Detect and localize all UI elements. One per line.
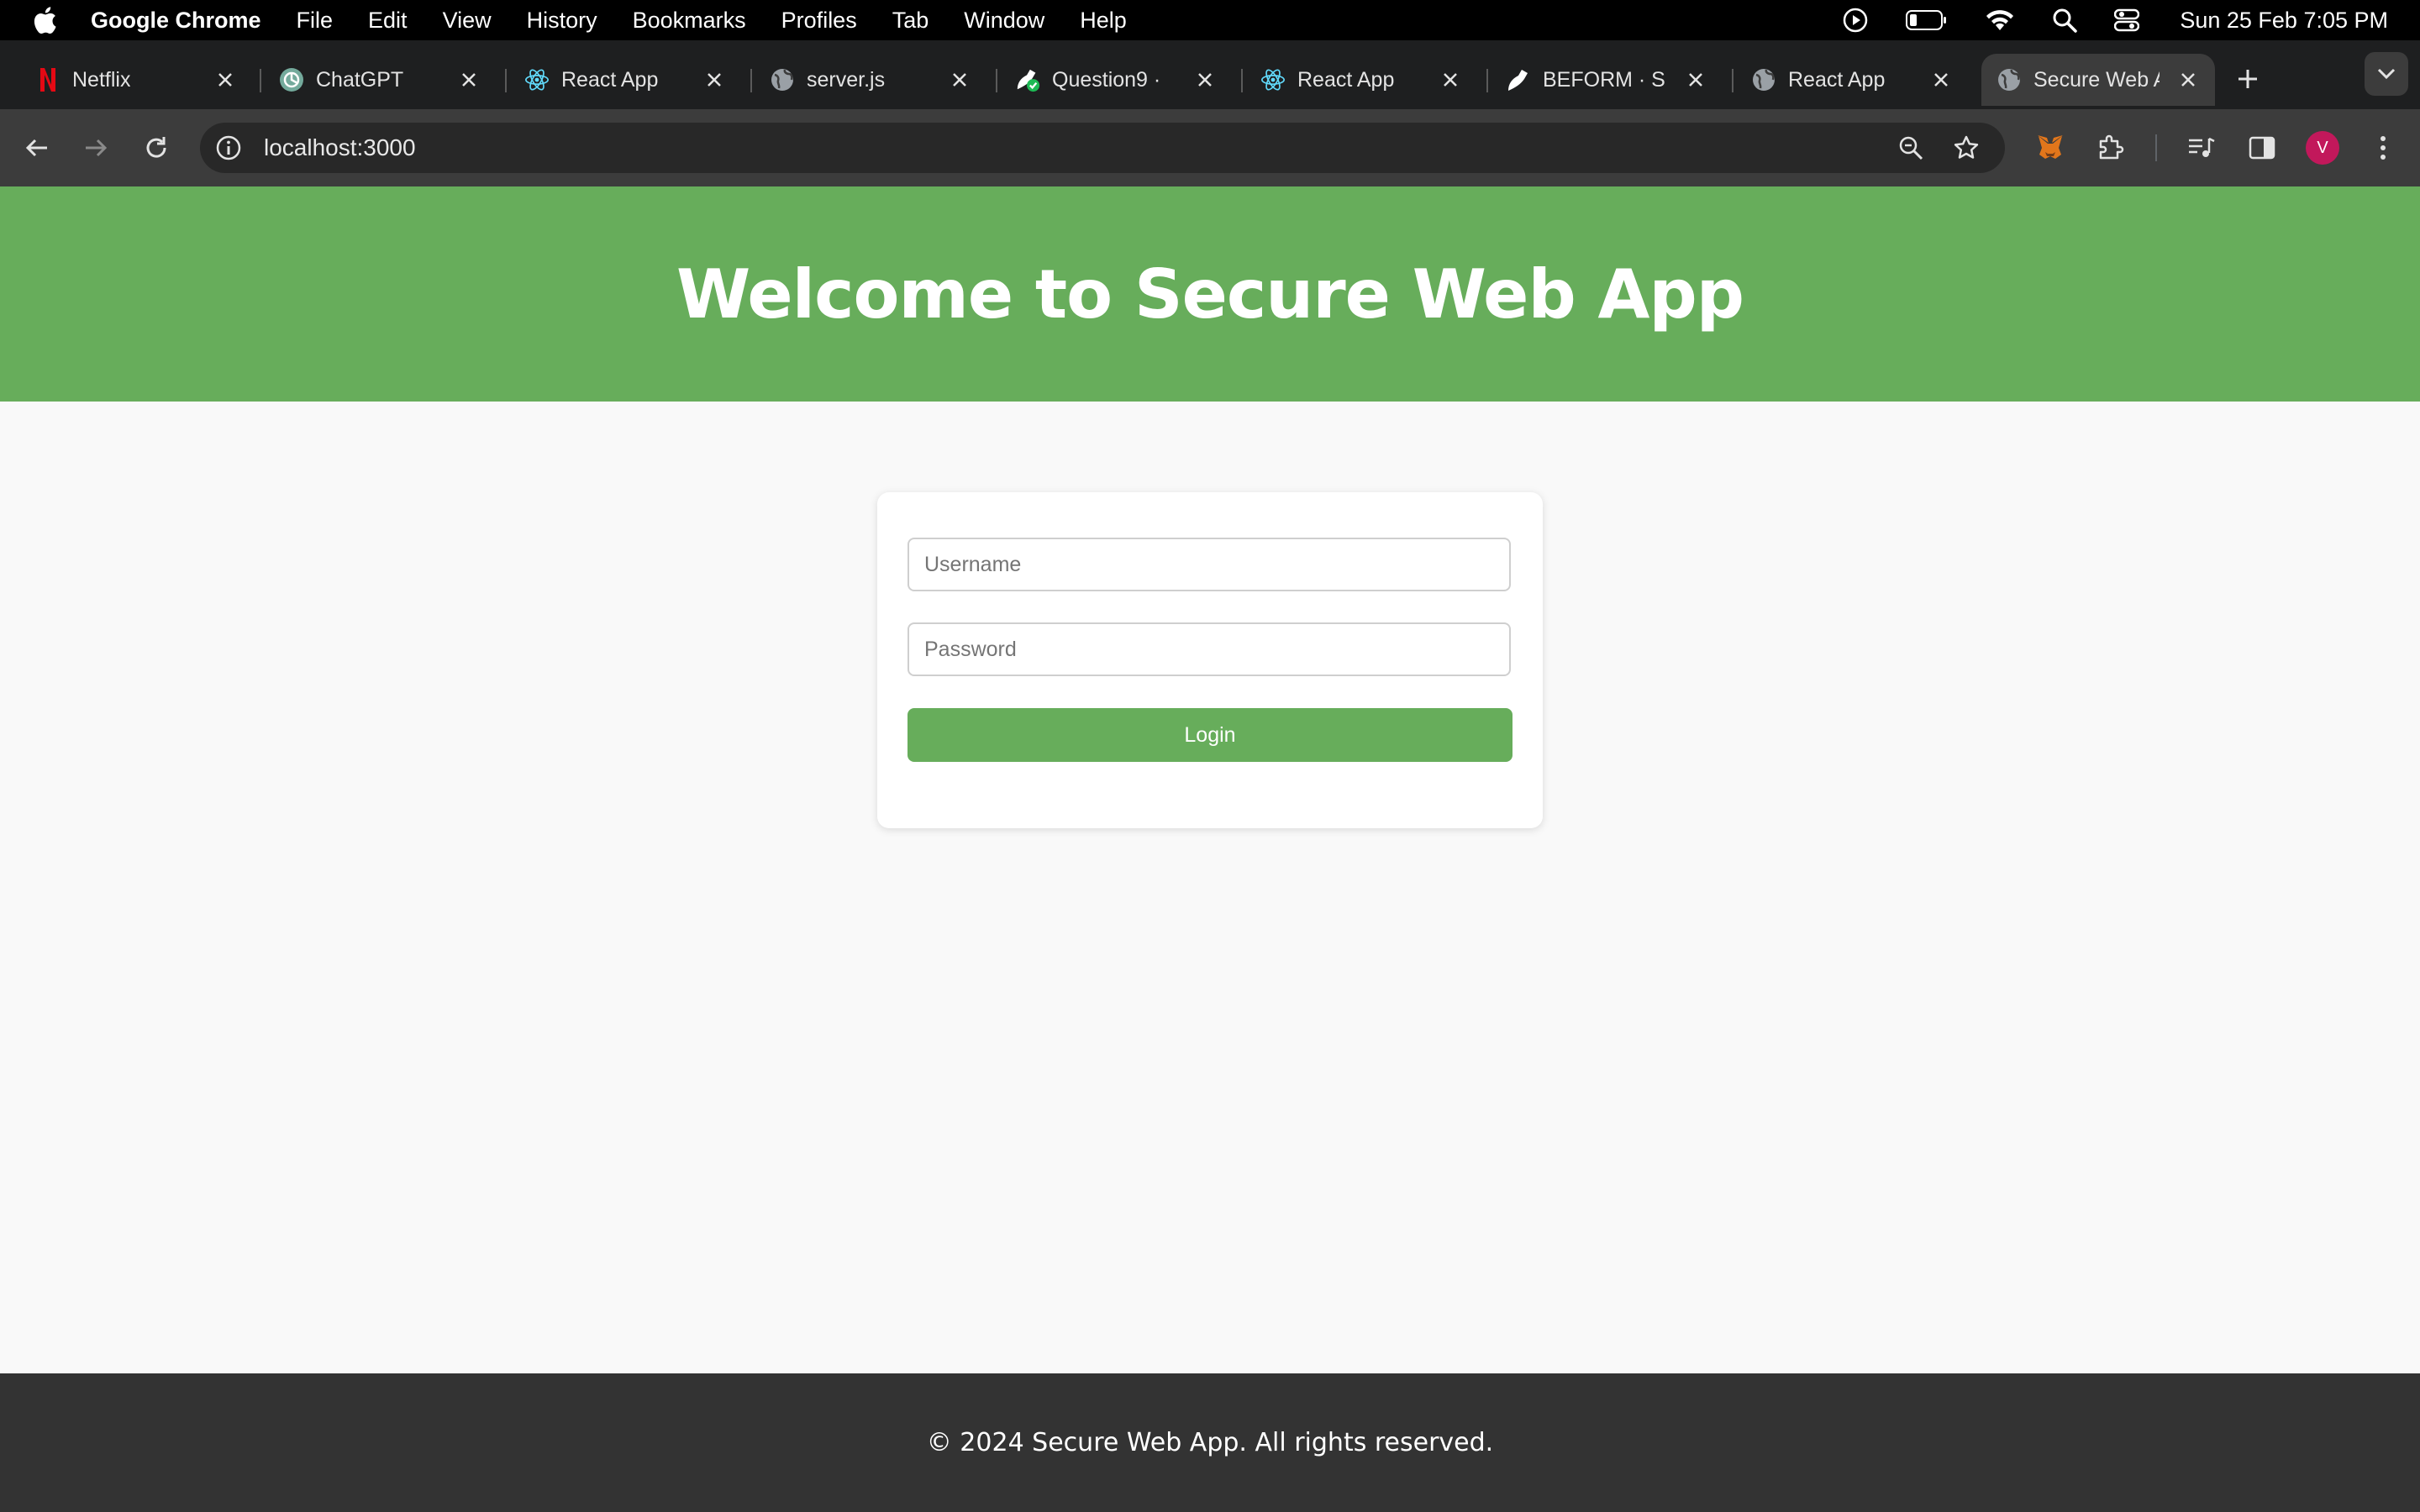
- tab-chatgpt[interactable]: ChatGPT: [244, 54, 496, 106]
- page-header: Welcome to Secure Web App: [0, 186, 2420, 402]
- close-icon[interactable]: [2176, 68, 2200, 92]
- forward-button[interactable]: [79, 131, 113, 165]
- menu-file[interactable]: File: [297, 8, 334, 34]
- spotlight-search-icon[interactable]: [2052, 8, 2078, 33]
- tab-title: Secure Web A: [2033, 67, 2160, 92]
- close-icon[interactable]: [1684, 68, 1707, 92]
- profile-avatar[interactable]: V: [2306, 131, 2339, 165]
- tab-search-button[interactable]: [2365, 52, 2408, 96]
- battery-icon[interactable]: [1906, 9, 1948, 31]
- tab-title: React App: [1788, 67, 1886, 92]
- screen-record-icon[interactable]: [1842, 7, 1869, 34]
- tab-react-app[interactable]: React App: [489, 54, 741, 106]
- toolbar-divider: [2155, 134, 2157, 161]
- react-icon: [524, 67, 550, 92]
- tab-title: Question9 ·: [1052, 67, 1161, 92]
- menu-view[interactable]: View: [443, 8, 492, 34]
- tab-server-js[interactable]: server.js: [734, 54, 986, 106]
- menu-window[interactable]: Window: [964, 8, 1044, 34]
- close-icon[interactable]: [948, 68, 971, 92]
- address-bar[interactable]: localhost:3000: [200, 123, 2005, 173]
- react-icon: [1260, 67, 1286, 92]
- menubar-clock[interactable]: Sun 25 Feb 7:05 PM: [2180, 8, 2388, 34]
- page-footer: © 2024 Secure Web App. All rights reserv…: [0, 1373, 2420, 1512]
- bookmark-star-icon[interactable]: [1951, 133, 1981, 163]
- menu-bookmarks[interactable]: Bookmarks: [633, 8, 746, 34]
- globe-icon: [1751, 67, 1776, 92]
- globe-icon: [1996, 67, 2022, 92]
- menu-tab[interactable]: Tab: [892, 8, 929, 34]
- menu-profiles[interactable]: Profiles: [781, 8, 857, 34]
- tab-title: React App: [1297, 67, 1395, 92]
- close-icon[interactable]: [457, 68, 481, 92]
- footer-copyright: © 2024 Secure Web App. All rights reserv…: [926, 1428, 1494, 1457]
- apple-icon[interactable]: [32, 6, 57, 34]
- tab-title: BEFORM · S: [1543, 67, 1665, 92]
- login-button[interactable]: Login: [908, 708, 1512, 762]
- edit-check-icon: [1015, 67, 1040, 92]
- page-title: Welcome to Secure Web App: [676, 255, 1744, 333]
- macos-menu-bar: Google Chrome File Edit View History Boo…: [0, 0, 2420, 40]
- side-panel-icon[interactable]: [2245, 131, 2279, 165]
- chatgpt-icon: [279, 67, 304, 92]
- tab-title: Netflix: [72, 67, 131, 92]
- zoom-icon[interactable]: [1896, 133, 1926, 163]
- metamask-icon[interactable]: [2033, 131, 2067, 165]
- reload-button[interactable]: [139, 131, 173, 165]
- close-icon[interactable]: [213, 68, 237, 92]
- url-text[interactable]: localhost:3000: [264, 123, 416, 173]
- username-input[interactable]: [908, 538, 1511, 591]
- site-info-icon[interactable]: [213, 133, 244, 163]
- tab-title: server.js: [807, 67, 886, 92]
- back-button[interactable]: [20, 131, 54, 165]
- wifi-icon[interactable]: [1985, 8, 2015, 32]
- tab-beform[interactable]: BEFORM · S: [1470, 54, 1723, 106]
- tab-title: React App: [561, 67, 659, 92]
- login-form: Login: [877, 492, 1543, 828]
- control-center-icon[interactable]: [2114, 8, 2140, 32]
- media-controls-icon[interactable]: [2185, 131, 2218, 165]
- beform-icon: [1506, 67, 1531, 92]
- close-icon[interactable]: [1193, 68, 1217, 92]
- extensions-icon[interactable]: [2094, 131, 2128, 165]
- menu-app-name[interactable]: Google Chrome: [91, 8, 261, 34]
- menu-history[interactable]: History: [527, 8, 597, 34]
- menu-help[interactable]: Help: [1080, 8, 1127, 34]
- netflix-icon: [35, 67, 60, 92]
- close-icon[interactable]: [1929, 68, 1953, 92]
- new-tab-button[interactable]: [2231, 62, 2265, 96]
- tab-netflix[interactable]: Netflix: [0, 54, 252, 106]
- tab-question9[interactable]: Question9 ·: [980, 54, 1232, 106]
- status-area: Sun 25 Feb 7:05 PM: [1805, 0, 2388, 40]
- chrome-menu-icon[interactable]: [2366, 131, 2400, 165]
- close-icon[interactable]: [1439, 68, 1462, 92]
- browser-toolbar: localhost:3000 V: [0, 109, 2420, 186]
- tab-react-app-3[interactable]: React App: [1716, 54, 1968, 106]
- tab-title: ChatGPT: [316, 67, 404, 92]
- tab-strip: Netflix ChatGPT React App server.js Ques…: [0, 40, 2420, 109]
- globe-icon: [770, 67, 795, 92]
- tab-react-app-2[interactable]: React App: [1225, 54, 1477, 106]
- password-input[interactable]: [908, 622, 1511, 676]
- tab-secure-web-app[interactable]: Secure Web A: [1981, 54, 2215, 106]
- close-icon[interactable]: [702, 68, 726, 92]
- menu-edit[interactable]: Edit: [368, 8, 408, 34]
